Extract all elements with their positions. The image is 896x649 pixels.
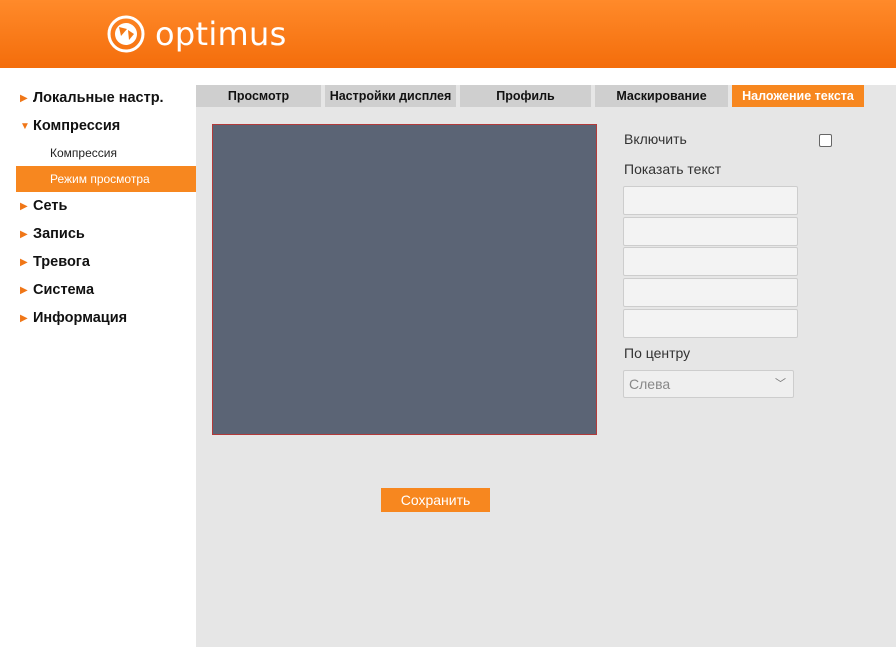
sidebar-group-label: Сеть bbox=[33, 198, 68, 214]
tab-masking[interactable]: Маскирование bbox=[595, 85, 728, 107]
overlay-text-field-2[interactable] bbox=[623, 217, 798, 246]
sidebar-group-network[interactable]: ▶ Сеть bbox=[8, 192, 196, 220]
overlay-text-field-4[interactable] bbox=[623, 278, 798, 307]
sidebar-group-system[interactable]: ▶ Система bbox=[8, 276, 196, 304]
triangle-right-icon: ▶ bbox=[20, 312, 28, 324]
sidebar: ▶ Локальные настр. ▼ Компрессия Компресс… bbox=[8, 84, 196, 332]
tab-bar: Просмотр Настройки дисплея Профиль Маски… bbox=[196, 85, 868, 107]
sidebar-group-label: Информация bbox=[33, 310, 128, 326]
sidebar-group-label: Тревога bbox=[33, 254, 90, 270]
sidebar-group-alarm[interactable]: ▶ Тревога bbox=[8, 248, 196, 276]
optimus-logo-icon bbox=[107, 15, 145, 53]
save-button[interactable]: Сохранить bbox=[381, 488, 490, 512]
tab-preview[interactable]: Просмотр bbox=[196, 85, 321, 107]
main-panel: Просмотр Настройки дисплея Профиль Маски… bbox=[196, 85, 896, 647]
sidebar-group-record[interactable]: ▶ Запись bbox=[8, 220, 196, 248]
triangle-down-icon: ▼ bbox=[20, 120, 30, 132]
tab-display-settings[interactable]: Настройки дисплея bbox=[325, 85, 456, 107]
align-select-value: Слева bbox=[629, 376, 671, 392]
sidebar-item-view-mode[interactable]: Режим просмотра bbox=[16, 166, 196, 192]
triangle-right-icon: ▶ bbox=[20, 256, 28, 268]
sidebar-group-label: Запись bbox=[33, 226, 85, 242]
triangle-right-icon: ▶ bbox=[20, 228, 28, 240]
sidebar-group-label: Локальные настр. bbox=[33, 90, 164, 106]
sidebar-group-label: Компрессия bbox=[33, 118, 121, 134]
triangle-right-icon: ▶ bbox=[20, 92, 28, 104]
overlay-text-field-1[interactable] bbox=[623, 186, 798, 215]
tab-text-overlay[interactable]: Наложение текста bbox=[732, 85, 864, 107]
tab-profile[interactable]: Профиль bbox=[460, 85, 591, 107]
sidebar-group-compression[interactable]: ▼ Компрессия bbox=[8, 112, 196, 140]
show-text-label: Показать текст bbox=[624, 161, 722, 177]
triangle-right-icon: ▶ bbox=[20, 284, 28, 296]
triangle-right-icon: ▶ bbox=[20, 200, 28, 212]
brand-name: optimus bbox=[155, 15, 287, 53]
enable-label: Включить bbox=[624, 131, 687, 147]
sidebar-group-local[interactable]: ▶ Локальные настр. bbox=[8, 84, 196, 112]
enable-checkbox[interactable] bbox=[819, 134, 832, 147]
chevron-down-icon: ﹀ bbox=[775, 378, 786, 390]
overlay-text-field-3[interactable] bbox=[623, 247, 798, 276]
sidebar-group-label: Система bbox=[33, 282, 95, 298]
sidebar-item-compression[interactable]: Компрессия bbox=[8, 140, 196, 166]
overlay-text-field-5[interactable] bbox=[623, 309, 798, 338]
align-label: По центру bbox=[624, 345, 691, 361]
header-bar: optimus bbox=[0, 0, 896, 68]
video-preview[interactable] bbox=[212, 124, 597, 435]
brand-logo: optimus bbox=[107, 15, 287, 53]
align-select[interactable]: Слева ﹀ bbox=[623, 370, 794, 398]
sidebar-group-info[interactable]: ▶ Информация bbox=[8, 304, 196, 332]
